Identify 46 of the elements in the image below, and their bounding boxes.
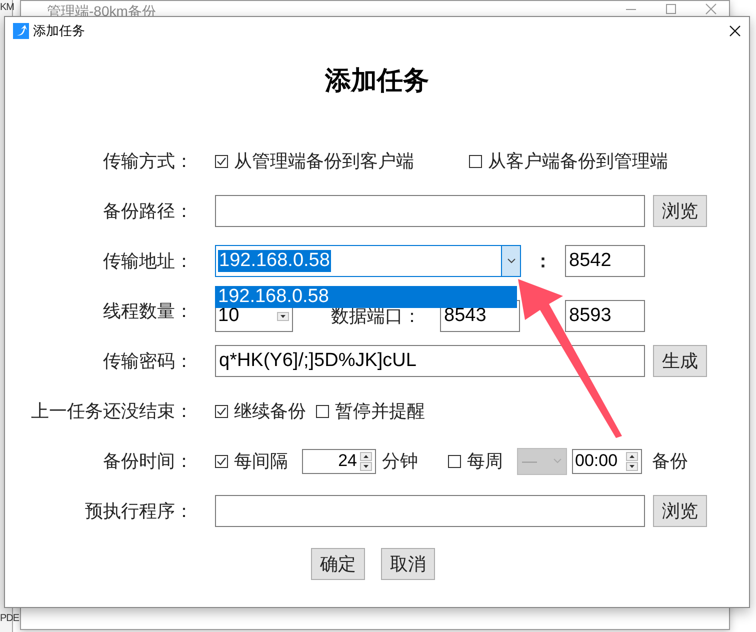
field-label: 传输地址： — [102, 250, 193, 273]
address-combo[interactable]: 192.168.0.58 — [215, 245, 521, 277]
unit-label: 分钟 — [382, 450, 418, 473]
browse-button[interactable]: 浏览 — [653, 195, 707, 227]
window-text: KM — [0, 2, 14, 14]
checkbox[interactable] — [215, 154, 228, 168]
option-label[interactable]: 从客户端备份到管理端 — [488, 149, 668, 173]
interval-spinner[interactable]: 24 — [302, 448, 376, 474]
app-icon — [13, 23, 29, 39]
option-label[interactable]: 继续备份 — [234, 399, 306, 423]
dropdown-item[interactable]: 192.168.0.58 — [215, 286, 517, 308]
field-label: 备份路径： — [102, 200, 193, 223]
close-icon[interactable] — [729, 25, 741, 37]
path-field[interactable] — [215, 195, 645, 227]
time-spinner[interactable]: 00:00 — [572, 448, 642, 474]
checkbox[interactable] — [316, 404, 329, 418]
checkbox[interactable] — [215, 454, 228, 468]
program-field[interactable] — [215, 495, 645, 527]
field-label: 线程数量： — [102, 300, 193, 323]
checkbox[interactable] — [215, 404, 228, 418]
field-label: 数据端口： — [331, 305, 422, 328]
field-label: 上一任务还没结束： — [30, 400, 193, 423]
port-separator: ： — [533, 250, 553, 273]
ok-button[interactable]: 确定 — [311, 548, 365, 580]
field-label: 备份时间： — [102, 450, 193, 473]
dialog-heading: 添加任务 — [324, 65, 430, 97]
browse-button[interactable]: 浏览 — [653, 495, 707, 527]
field-label: 传输密码： — [102, 350, 193, 373]
option-label[interactable]: 从管理端备份到客户端 — [234, 149, 414, 173]
checkbox[interactable] — [469, 154, 482, 168]
field-label: 预执行程序： — [84, 500, 193, 523]
field-label: 传输方式： — [102, 150, 193, 173]
dialog-title: 添加任务 — [33, 22, 86, 40]
password-field[interactable]: q*HK(Y6]/;]5D%JK]cUL — [215, 345, 645, 377]
window-text: PDE — [0, 613, 20, 625]
port-field[interactable]: 8542 — [565, 245, 645, 277]
suffix-label: 备份 — [652, 450, 688, 473]
option-label[interactable]: 每周 — [467, 449, 503, 473]
option-label[interactable]: 每间隔 — [234, 449, 288, 473]
chevron-icon[interactable] — [506, 258, 516, 264]
port-field[interactable]: 8593 — [565, 300, 645, 332]
checkbox[interactable] — [448, 454, 461, 468]
cancel-button[interactable]: 取消 — [381, 548, 435, 580]
generate-button[interactable]: 生成 — [653, 345, 707, 377]
maximize-icon[interactable] — [665, 3, 677, 15]
option-label[interactable]: 暂停并提醒 — [335, 399, 425, 423]
